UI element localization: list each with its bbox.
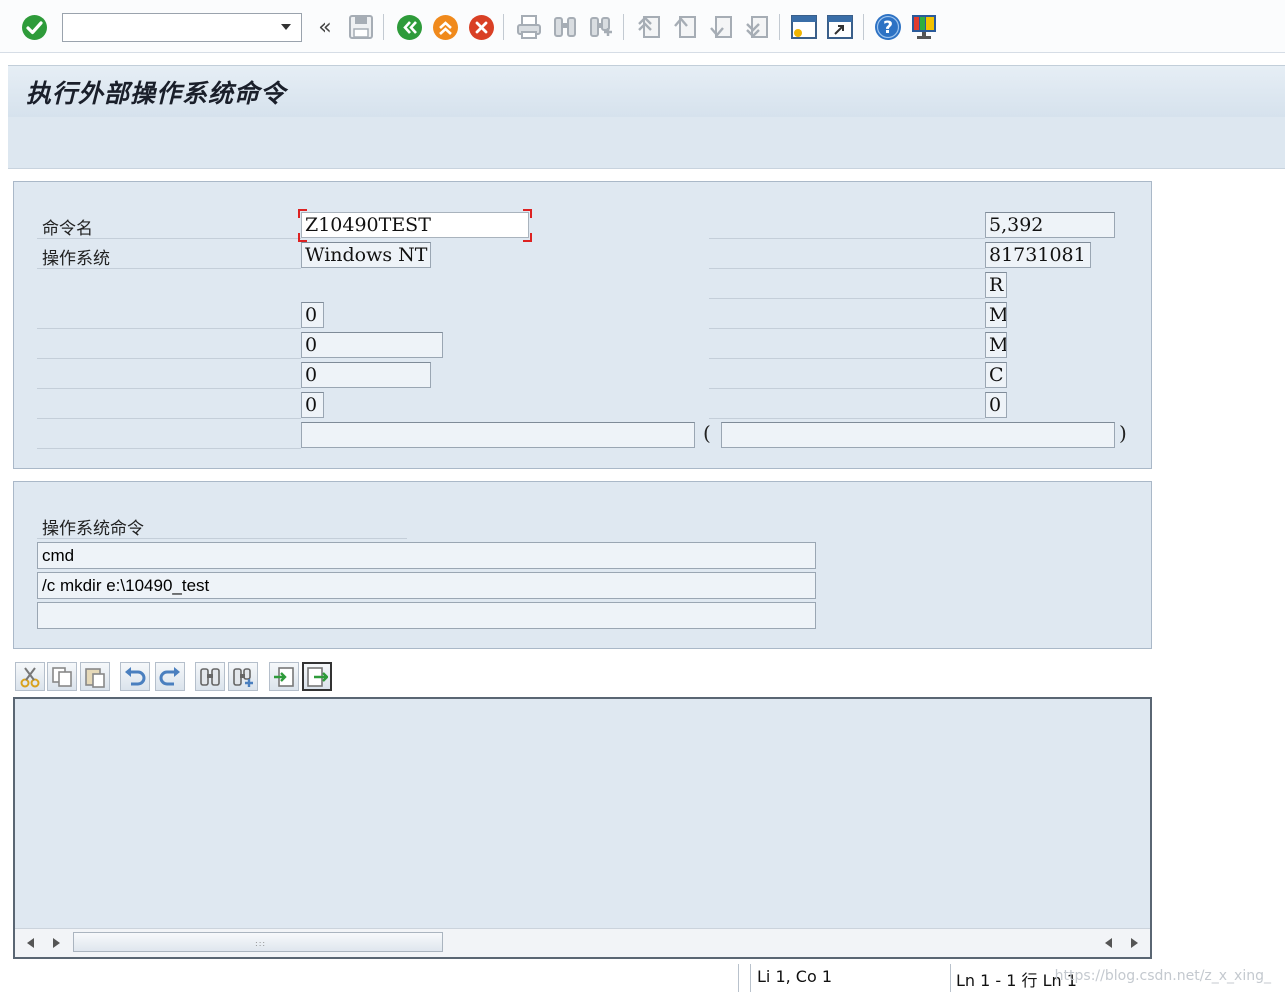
editor-content[interactable] xyxy=(21,703,1144,923)
command-name-label: 命令名 xyxy=(42,219,93,239)
import-button[interactable] xyxy=(269,662,299,691)
enter-check-icon[interactable] xyxy=(20,13,48,41)
cut-button[interactable] xyxy=(15,662,45,691)
exit-icon[interactable] xyxy=(431,13,459,41)
save-icon[interactable] xyxy=(347,13,375,41)
print-icon[interactable] xyxy=(515,13,543,41)
operating-system-label: 操作系统 xyxy=(42,249,110,269)
export-icon xyxy=(307,666,328,687)
parameter-field[interactable] xyxy=(301,422,695,448)
previous-page-icon[interactable] xyxy=(671,13,699,41)
scroll-left-icon[interactable] xyxy=(27,938,34,948)
find-next-icon xyxy=(233,667,253,687)
paste-icon xyxy=(85,667,105,688)
find-next-button[interactable] xyxy=(228,662,258,691)
undo-button[interactable] xyxy=(120,662,150,691)
open-paren: ( xyxy=(703,421,711,445)
find-icon xyxy=(200,667,220,686)
os-command-line-1[interactable]: cmd xyxy=(37,542,816,569)
collapse-icon[interactable]: « xyxy=(311,13,339,41)
watermark: https://blog.csdn.net/z_x_xing_ xyxy=(1054,968,1271,984)
copy-icon xyxy=(52,666,72,687)
redo-button[interactable] xyxy=(155,662,185,691)
right-field-5[interactable]: M xyxy=(985,332,1007,358)
command-name-field[interactable]: Z10490TEST xyxy=(301,212,529,238)
system-toolbar: « ? xyxy=(0,0,1285,53)
right-field-3[interactable]: R xyxy=(985,272,1007,298)
find-button[interactable] xyxy=(195,662,225,691)
right-parameter-field[interactable] xyxy=(721,422,1115,448)
export-button[interactable] xyxy=(302,662,332,691)
scrollbar-thumb[interactable]: ::: xyxy=(73,932,443,952)
scroll-right-end-icon[interactable] xyxy=(1131,938,1138,948)
cut-icon xyxy=(20,666,40,687)
value-field-2[interactable]: 0 xyxy=(301,332,443,358)
value-field-3[interactable]: 0 xyxy=(301,362,431,388)
scroll-right-icon[interactable] xyxy=(53,938,60,948)
os-command-line-3[interactable] xyxy=(37,602,816,629)
status-bar: Li 1, Co 1 Ln 1 - 1 行 Ln 1 https://blog.… xyxy=(13,962,1285,995)
title-bar: 执行外部操作系统命令 xyxy=(8,65,1285,117)
right-field-6[interactable]: C xyxy=(985,362,1007,388)
command-field[interactable] xyxy=(62,13,302,42)
next-page-icon[interactable] xyxy=(707,13,735,41)
undo-icon xyxy=(125,666,146,685)
text-editor[interactable]: ::: xyxy=(13,697,1152,959)
value-field-4[interactable]: 0 xyxy=(301,392,324,418)
close-paren: ) xyxy=(1119,421,1127,445)
right-field-2[interactable]: 81731081 xyxy=(985,242,1091,268)
operating-system-field[interactable]: Windows NT xyxy=(301,242,431,268)
command-dropdown-icon[interactable] xyxy=(270,13,301,42)
first-page-icon[interactable] xyxy=(635,13,663,41)
application-toolbar xyxy=(8,117,1285,169)
svg-text:?: ? xyxy=(883,18,893,38)
right-field-4[interactable]: M xyxy=(985,302,1007,328)
cursor-position: Li 1, Co 1 xyxy=(757,967,833,986)
os-command-line-2[interactable]: /c mkdir e:\10490_test xyxy=(37,572,816,599)
shortcut-icon[interactable] xyxy=(826,13,854,41)
right-field-1[interactable]: 5,392 xyxy=(985,212,1115,238)
horizontal-scrollbar[interactable]: ::: xyxy=(15,928,1150,957)
os-command-label: 操作系统命令 xyxy=(42,519,144,539)
paste-button[interactable] xyxy=(80,662,110,691)
redo-icon xyxy=(159,666,180,685)
back-icon[interactable] xyxy=(395,13,423,41)
value-field-1[interactable]: 0 xyxy=(301,302,324,328)
right-field-7[interactable]: 0 xyxy=(985,392,1007,418)
scroll-left-end-icon[interactable] xyxy=(1105,938,1112,948)
find-icon[interactable] xyxy=(551,13,579,41)
create-session-icon[interactable] xyxy=(790,13,818,41)
help-icon[interactable]: ? xyxy=(874,13,902,41)
cancel-icon[interactable] xyxy=(467,13,495,41)
copy-button[interactable] xyxy=(47,662,77,691)
last-page-icon[interactable] xyxy=(743,13,771,41)
page-title: 执行外部操作系统命令 xyxy=(26,79,287,108)
find-next-icon[interactable] xyxy=(587,13,615,41)
layout-icon[interactable] xyxy=(910,13,938,41)
import-icon xyxy=(274,666,294,687)
